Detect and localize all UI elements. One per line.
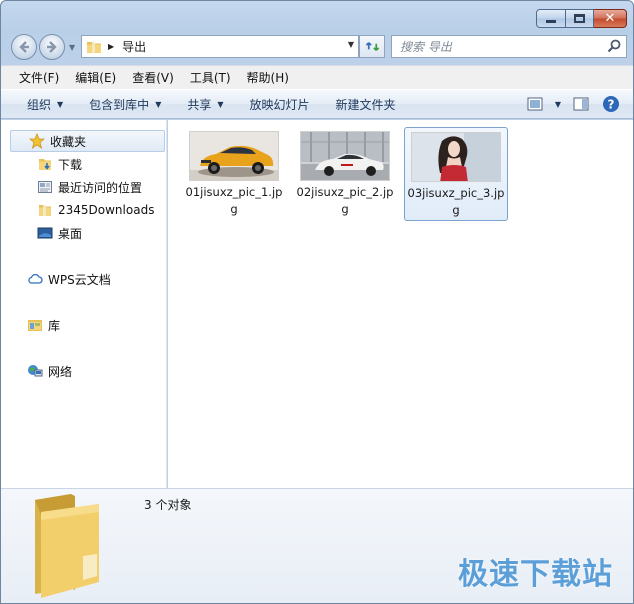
nav-network-label: 网络 (48, 364, 73, 379)
include-in-library-button[interactable]: 包含到库中 ▼ (89, 96, 161, 113)
organize-label: 组织 (27, 97, 52, 112)
search-input[interactable] (400, 39, 600, 54)
view-icon (527, 97, 543, 111)
maximize-button[interactable] (566, 9, 594, 28)
close-icon: ✕ (604, 11, 616, 26)
image-thumbnail (189, 131, 279, 181)
image-thumbnail (300, 131, 390, 181)
nav-2345downloads-label: 2345Downloads (58, 203, 155, 217)
car-photo-icon (301, 132, 389, 180)
nav-downloads-label: 下载 (58, 157, 83, 172)
nav-wps-cloud-label: WPS云文档 (48, 272, 111, 287)
svg-text:?: ? (608, 98, 615, 112)
cloud-icon (27, 271, 43, 287)
file-item-hovered[interactable]: 03jisuxz_pic_3.jpg (404, 127, 508, 221)
image-thumbnail (411, 132, 501, 182)
search-box[interactable] (391, 35, 627, 58)
watermark-logo: 极速下载站 (458, 557, 613, 592)
view-options-dropdown[interactable]: ▼ (555, 100, 561, 109)
maximize-icon (574, 14, 585, 23)
slideshow-button[interactable]: 放映幻灯片 (250, 96, 310, 113)
nav-libraries-label: 库 (48, 318, 61, 333)
preview-pane-icon (573, 97, 589, 111)
menu-bar: 文件(F) 编辑(E) 查看(V) 工具(T) 帮助(H) (1, 65, 633, 89)
nav-favorites-label: 收藏夹 (50, 134, 87, 149)
change-view-button[interactable] (525, 94, 545, 114)
navigation-pane: 收藏夹 下载 最近访问的位置 2345Downloads 桌面 WPS云文档 库… (1, 120, 167, 488)
back-arrow-icon (19, 41, 29, 53)
file-name: 03jisuxz_pic_3.jpg (407, 186, 505, 217)
menu-edit[interactable]: 编辑(E) (67, 66, 124, 90)
folder-icon (37, 202, 53, 218)
item-count: 3 个对象 (144, 498, 192, 512)
share-button[interactable]: 共享 ▼ (187, 96, 223, 113)
nav-desktop[interactable]: 桌面 (37, 222, 82, 244)
nav-favorites[interactable]: 收藏夹 (10, 130, 165, 152)
help-button[interactable]: ? (601, 94, 621, 114)
nav-desktop-label: 桌面 (58, 226, 83, 241)
search-icon[interactable] (607, 39, 621, 53)
folder-icon (87, 40, 101, 53)
large-folder-icon (35, 494, 99, 598)
star-icon (29, 133, 45, 149)
file-list-pane: 01jisuxz_pic_1.jpg 02jisuxz_pic_2.jpg 03… (168, 120, 633, 488)
nav-downloads[interactable]: 下载 (37, 153, 82, 175)
menu-help[interactable]: 帮助(H) (239, 66, 297, 90)
window-controls: ✕ (536, 9, 627, 28)
file-name: 02jisuxz_pic_2.jpg (296, 185, 394, 216)
nav-recent-places-label: 最近访问的位置 (58, 180, 143, 195)
toolbar-right-group: ▼ ? (525, 94, 621, 114)
nav-libraries[interactable]: 库 (27, 314, 60, 336)
nav-recent-places[interactable]: 最近访问的位置 (37, 176, 142, 198)
menu-file[interactable]: 文件(F) (11, 66, 67, 90)
car-photo-icon (190, 132, 278, 180)
refresh-button[interactable] (359, 35, 385, 58)
nav-2345downloads[interactable]: 2345Downloads (37, 199, 154, 221)
minimize-button[interactable] (536, 9, 566, 28)
portrait-photo-icon (412, 133, 500, 181)
file-item[interactable]: 02jisuxz_pic_2.jpg (293, 127, 397, 221)
command-bar: 组织 ▼ 包含到库中 ▼ 共享 ▼ 放映幻灯片 新建文件夹 ▼ ? (1, 89, 633, 119)
address-dropdown-icon[interactable]: ▼ (348, 40, 354, 49)
new-folder-button[interactable]: 新建文件夹 (336, 96, 396, 113)
menu-view[interactable]: 查看(V) (124, 66, 182, 90)
library-icon (27, 317, 43, 333)
help-icon: ? (603, 96, 619, 112)
preview-pane-button[interactable] (571, 94, 591, 114)
recent-pages-dropdown[interactable]: ▼ (69, 43, 75, 52)
downloads-folder-icon (37, 156, 53, 172)
chevron-down-icon: ▼ (57, 99, 64, 109)
organize-button[interactable]: 组织 ▼ (27, 96, 63, 113)
forward-button[interactable] (39, 34, 65, 60)
file-item[interactable]: 01jisuxz_pic_1.jpg (182, 127, 286, 221)
recent-places-icon (37, 179, 53, 195)
close-button[interactable]: ✕ (594, 9, 627, 28)
menu-tools[interactable]: 工具(T) (182, 66, 239, 90)
nav-wps-cloud[interactable]: WPS云文档 (27, 268, 111, 290)
share-label: 共享 (187, 97, 212, 112)
explorer-window: ✕ ▼ ▶ 导出 ▼ 搜索 导出 文件(F) 编辑(E) 查看(V) 工具(T)… (0, 0, 634, 604)
breadcrumb-current-folder[interactable]: 导出 (122, 38, 146, 55)
file-name: 01jisuxz_pic_1.jpg (185, 185, 283, 216)
address-bar[interactable]: ▶ 导出 ▼ (81, 35, 359, 58)
forward-arrow-icon (47, 41, 57, 53)
include-in-library-label: 包含到库中 (89, 97, 150, 112)
refresh-icon (365, 42, 379, 51)
network-icon (27, 363, 43, 379)
minimize-icon (546, 20, 556, 23)
address-row: ▼ ▶ 导出 ▼ (9, 33, 627, 61)
chevron-down-icon: ▼ (155, 99, 162, 109)
desktop-icon (37, 225, 53, 241)
nav-network[interactable]: 网络 (27, 360, 72, 382)
back-button[interactable] (11, 34, 37, 60)
breadcrumb-separator-icon[interactable]: ▶ (108, 42, 114, 51)
chevron-down-icon: ▼ (217, 99, 224, 109)
